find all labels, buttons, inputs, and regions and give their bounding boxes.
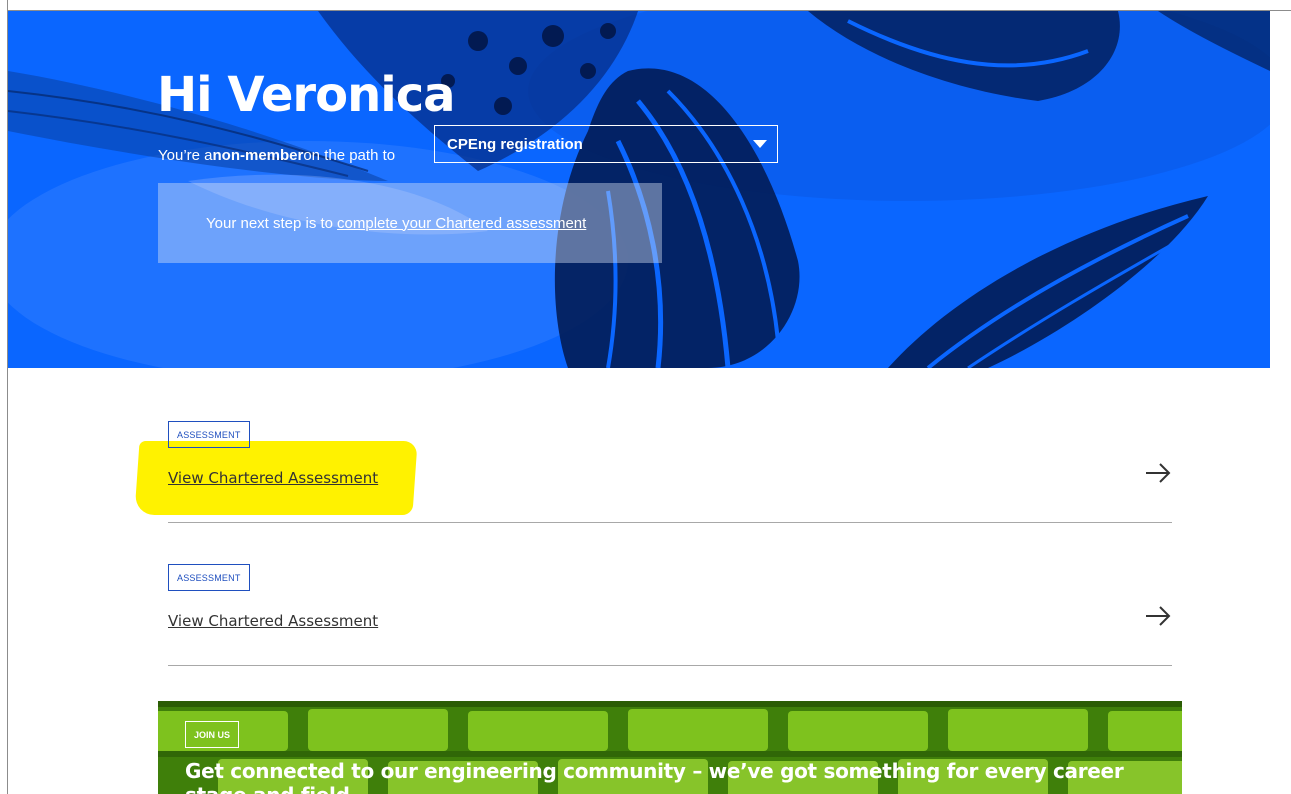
registration-path-select[interactable]: CPEng registration xyxy=(434,125,778,163)
path-select-value: CPEng registration xyxy=(447,135,583,153)
join-us-banner[interactable]: JOIN US Get connected to our engineering… xyxy=(158,701,1182,794)
membership-path-text: You’re a non-member on the path to xyxy=(158,136,395,174)
list-item: ASSESSMENT View Chartered Assessment xyxy=(168,564,1172,666)
complete-assessment-link[interactable]: complete your Chartered assessment xyxy=(337,215,586,232)
view-assessment-link[interactable]: View Chartered Assessment xyxy=(168,469,378,487)
join-us-tag: JOIN US xyxy=(185,721,240,748)
path-suffix: on the path to xyxy=(303,146,396,164)
hero-banner: Hi Veronica You’re a non-member on the p… xyxy=(8,11,1270,368)
path-prefix: You’re a xyxy=(158,146,213,164)
page: Hi Veronica You’re a non-member on the p… xyxy=(7,0,1291,794)
view-assessment-link[interactable]: View Chartered Assessment xyxy=(168,612,378,630)
banner-heading: Get connected to our engineering communi… xyxy=(185,759,1124,794)
member-status: non-member xyxy=(212,146,304,164)
arrow-right-icon[interactable] xyxy=(1144,461,1172,485)
greeting-heading: Hi Veronica xyxy=(157,67,456,123)
next-step-text: Your next step is to xyxy=(206,214,334,232)
list-item: ASSESSMENT View Chartered Assessment xyxy=(168,421,1172,523)
assessment-tag: ASSESSMENT xyxy=(168,564,250,591)
assessment-tag: ASSESSMENT xyxy=(168,421,250,448)
arrow-right-icon[interactable] xyxy=(1144,604,1172,628)
next-step-panel: Your next step is to complete your Chart… xyxy=(158,183,662,263)
chevron-down-icon xyxy=(753,140,767,148)
